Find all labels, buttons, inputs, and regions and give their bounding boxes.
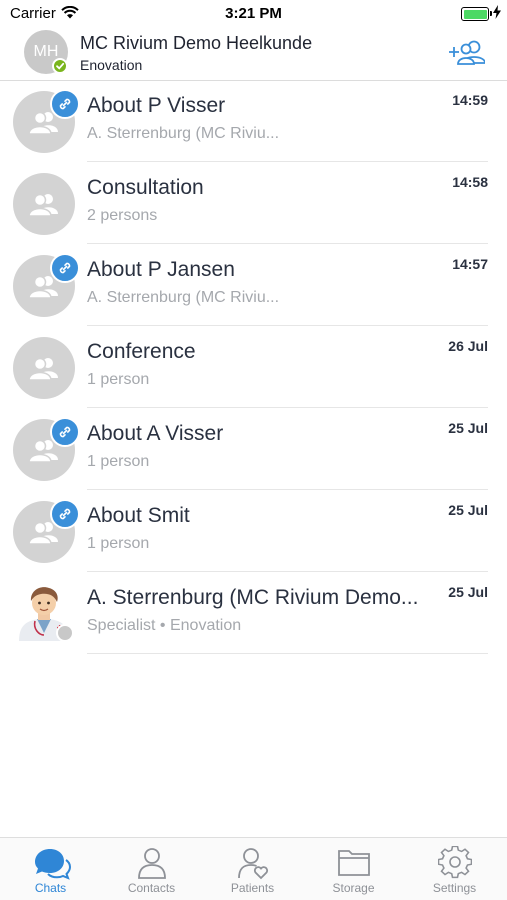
group-icon (28, 193, 58, 217)
chat-subtitle: 1 person (87, 453, 150, 470)
status-bar: Carrier 3:21 PM (0, 0, 507, 28)
tab-patients[interactable]: Patients (202, 838, 303, 900)
online-status-icon (52, 58, 68, 74)
folder-icon (337, 850, 370, 876)
tab-contacts[interactable]: Contacts (101, 838, 202, 900)
chat-row-a-sterrenburg[interactable]: A. Sterrenburg (MC Rivium Demo... Specia… (0, 572, 507, 654)
chat-time: 25 Jul (448, 502, 488, 518)
chat-row-about-p-jansen[interactable]: About P Jansen A. Sterrenburg (MC Riviu.… (0, 244, 507, 326)
tab-label: Storage (332, 881, 375, 895)
chat-title: About P Jansen (87, 258, 235, 281)
chat-row-about-a-visser[interactable]: About A Visser 1 person 25 Jul (0, 408, 507, 490)
chat-row-consultation[interactable]: Consultation 2 persons 14:58 (0, 162, 507, 244)
gear-icon (437, 846, 472, 879)
chat-subtitle: 1 person (87, 371, 150, 388)
chat-bubbles-icon (34, 849, 71, 880)
link-icon (50, 89, 80, 119)
chat-time: 26 Jul (448, 338, 488, 354)
chat-subtitle: A. Sterrenburg (MC Riviu... (87, 125, 280, 142)
tab-label: Settings (432, 881, 477, 895)
chat-subtitle: 2 persons (87, 207, 158, 224)
link-icon (50, 499, 80, 529)
chat-row-about-p-visser[interactable]: About P Visser A. Sterrenburg (MC Riviu.… (0, 80, 507, 162)
chat-list-header: MH MC Rivium Demo Heelkunde Enovation (0, 28, 507, 81)
organization-label: Enovation (80, 57, 143, 73)
chat-title: Conference (87, 340, 196, 363)
group-avatar (13, 337, 75, 399)
offline-status-icon (56, 624, 74, 642)
chat-title: About Smit (87, 504, 190, 527)
chat-title: Consultation (87, 176, 204, 199)
add-person-icon[interactable] (447, 38, 485, 66)
tab-label: Chats (34, 881, 67, 895)
chat-title: About P Visser (87, 94, 226, 117)
chat-title: A. Sterrenburg (MC Rivium Demo... (87, 586, 419, 609)
link-icon (50, 253, 80, 283)
tab-chats[interactable]: Chats (0, 838, 101, 900)
tab-label: Contacts (127, 881, 176, 895)
person-icon (137, 848, 166, 879)
tab-storage[interactable]: Storage (303, 838, 404, 900)
clock: 3:21 PM (225, 5, 282, 22)
chat-row-conference[interactable]: Conference 1 person 26 Jul (0, 326, 507, 408)
divider (87, 653, 488, 654)
chat-time: 25 Jul (448, 584, 488, 600)
link-icon (50, 417, 80, 447)
chat-row-about-smit[interactable]: About Smit 1 person 25 Jul (0, 490, 507, 572)
chat-subtitle: Specialist • Enovation (87, 617, 242, 634)
chat-title: About A Visser (87, 422, 224, 445)
page-title: MC Rivium Demo Heelkunde (80, 33, 313, 53)
group-icon (28, 357, 58, 381)
patient-heart-icon (237, 848, 268, 880)
tab-bar: Chats Contacts Patients Storage Settings (0, 837, 507, 900)
chat-time: 25 Jul (448, 420, 488, 436)
chat-time: 14:59 (452, 92, 488, 108)
chat-time: 14:57 (452, 256, 488, 272)
tab-label: Patients (230, 881, 275, 895)
charging-icon (493, 5, 501, 19)
chat-subtitle: A. Sterrenburg (MC Riviu... (87, 289, 280, 306)
chat-time: 14:58 (452, 174, 488, 190)
battery-icon (461, 7, 492, 21)
tab-settings[interactable]: Settings (404, 838, 505, 900)
chat-subtitle: 1 person (87, 535, 150, 552)
group-avatar (13, 173, 75, 235)
